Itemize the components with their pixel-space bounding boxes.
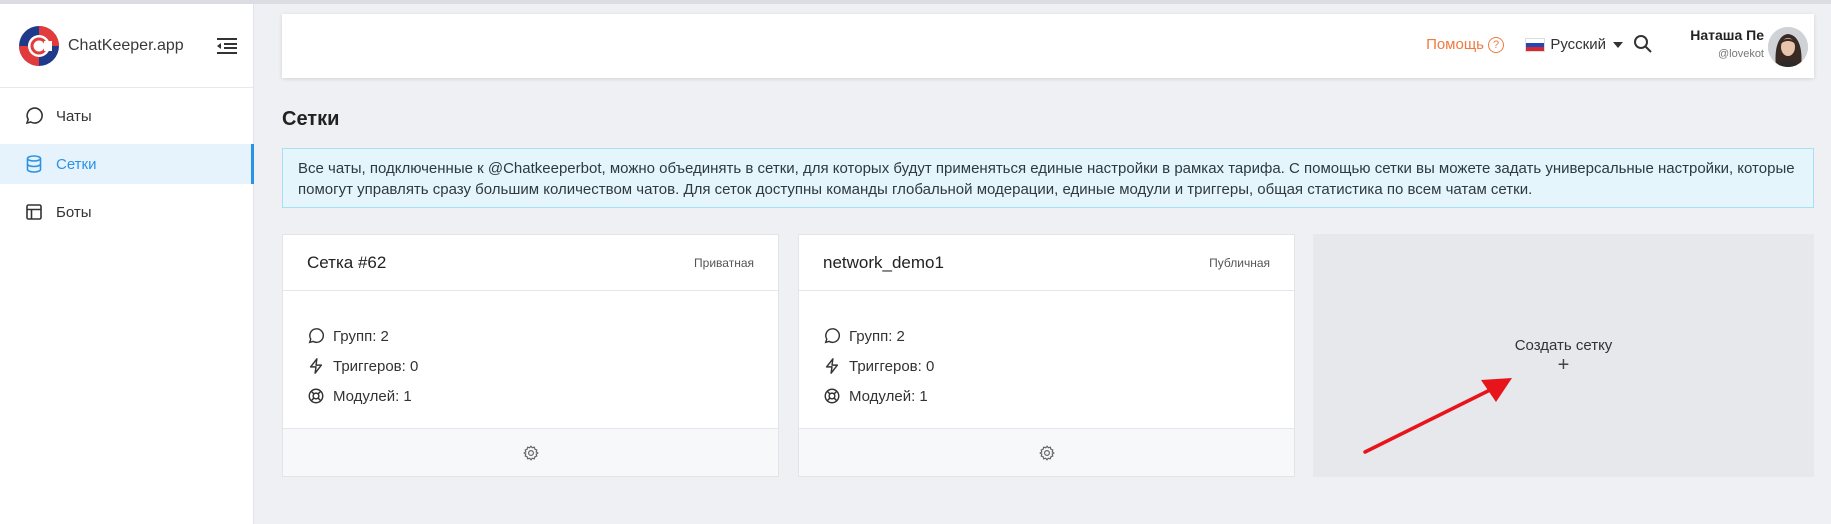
user-handle: @lovekot bbox=[1717, 48, 1764, 60]
card-header[interactable]: Сетка #62 Приватная bbox=[283, 235, 778, 291]
card-header[interactable]: network_demo1 Публичная bbox=[799, 235, 1294, 291]
collapse-menu-icon[interactable] bbox=[217, 37, 237, 55]
layout-icon bbox=[26, 204, 42, 220]
sidebar-item-networks[interactable]: Сетки bbox=[0, 144, 254, 184]
stat-modules: Модулей: 1 bbox=[823, 381, 1294, 411]
chat-bubble-icon bbox=[308, 328, 325, 344]
caret-down-icon bbox=[1613, 41, 1623, 48]
create-network-card[interactable]: Создать сетку + bbox=[1313, 234, 1814, 477]
network-title[interactable]: network_demo1 bbox=[823, 253, 944, 273]
lifebuoy-icon bbox=[824, 388, 840, 404]
stat-label: Триггеров: 0 bbox=[849, 357, 935, 375]
chatkeeper-logo-icon[interactable] bbox=[18, 25, 60, 67]
create-network-label: Создать сетку bbox=[1514, 337, 1613, 354]
stat-label: Групп: 2 bbox=[849, 327, 905, 345]
network-card: network_demo1 Публичная Групп: 2 Триггер… bbox=[798, 234, 1295, 477]
user-info[interactable]: Наташа Пе @lovekot bbox=[1690, 27, 1764, 60]
plus-icon: + bbox=[1557, 354, 1570, 376]
page-title: Сетки bbox=[282, 108, 340, 130]
lifebuoy-icon bbox=[308, 388, 324, 404]
chat-bubble-icon bbox=[25, 107, 43, 125]
stat-triggers: Триггеров: 0 bbox=[823, 351, 1294, 381]
search-icon[interactable] bbox=[1633, 34, 1653, 54]
stat-label: Групп: 2 bbox=[333, 327, 389, 345]
stat-modules: Модулей: 1 bbox=[307, 381, 778, 411]
network-card: Сетка #62 Приватная Групп: 2 Триггеров: … bbox=[282, 234, 779, 477]
card-body: Групп: 2 Триггеров: 0 Модулей: 1 bbox=[799, 291, 1294, 428]
network-visibility-badge: Публичная bbox=[1209, 255, 1270, 270]
top-header: Помощь ? Русский Наташа Пе @lovekot bbox=[282, 14, 1814, 78]
question-icon: ? bbox=[1488, 36, 1504, 53]
russia-flag-icon bbox=[1525, 37, 1546, 52]
lightning-icon bbox=[825, 358, 839, 374]
help-link[interactable]: Помощь ? bbox=[1426, 36, 1504, 53]
top-divider bbox=[0, 0, 1831, 4]
card-footer bbox=[283, 428, 778, 476]
lightning-icon bbox=[309, 358, 323, 374]
chat-bubble-icon bbox=[824, 328, 841, 344]
stat-label: Триггеров: 0 bbox=[333, 357, 419, 375]
sidebar-item-label: Сетки bbox=[56, 155, 97, 173]
stat-groups: Групп: 2 bbox=[307, 321, 778, 351]
language-select[interactable]: Русский bbox=[1525, 36, 1623, 53]
user-name: Наташа Пе bbox=[1690, 27, 1764, 43]
card-body: Групп: 2 Триггеров: 0 Модулей: 1 bbox=[283, 291, 778, 428]
stat-label: Модулей: 1 bbox=[849, 387, 928, 405]
brand-name: ChatKeeper.app bbox=[68, 36, 184, 54]
language-label: Русский bbox=[1550, 36, 1606, 53]
network-title[interactable]: Сетка #62 bbox=[307, 253, 386, 273]
stat-label: Модулей: 1 bbox=[333, 387, 412, 405]
network-visibility-badge: Приватная bbox=[694, 255, 754, 270]
help-label: Помощь bbox=[1426, 36, 1484, 53]
card-footer bbox=[799, 428, 1294, 476]
brand: ChatKeeper.app bbox=[0, 4, 253, 88]
avatar[interactable] bbox=[1768, 27, 1808, 67]
info-alert: Все чаты, подключенные к @Chatkeeperbot,… bbox=[282, 148, 1814, 208]
avatar-image-icon bbox=[1768, 27, 1808, 67]
sidebar-item-label: Чаты bbox=[56, 107, 92, 125]
stat-groups: Групп: 2 bbox=[823, 321, 1294, 351]
stat-triggers: Триггеров: 0 bbox=[307, 351, 778, 381]
sidebar-item-label: Боты bbox=[56, 203, 92, 221]
sidebar: ChatKeeper.app Чаты Сетки Боты bbox=[0, 4, 254, 524]
settings-gear-icon[interactable] bbox=[1038, 444, 1055, 461]
settings-gear-icon[interactable] bbox=[522, 444, 539, 461]
database-icon bbox=[26, 155, 42, 173]
sidebar-item-bots[interactable]: Боты bbox=[0, 192, 253, 232]
sidebar-item-chats[interactable]: Чаты bbox=[0, 96, 253, 136]
sidebar-nav: Чаты Сетки Боты bbox=[0, 88, 254, 232]
